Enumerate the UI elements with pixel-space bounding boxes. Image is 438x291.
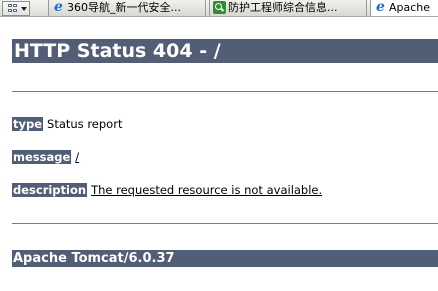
description-value: The requested resource is not available. <box>91 183 323 197</box>
tab-360-navigation[interactable]: e 360导航_新一代安全... <box>48 0 206 16</box>
tab-apache[interactable]: e Apache <box>370 0 438 16</box>
tab-bar: e 360导航_新一代安全... 防护工程师综合信息... e Apache <box>0 0 438 17</box>
type-label: type <box>12 117 44 131</box>
search-icon <box>213 1 226 14</box>
page-title: HTTP Status 404 - / <box>12 39 438 63</box>
tab-title: 360导航_新一代安全... <box>67 1 181 14</box>
server-footer: Apache Tomcat/6.0.37 <box>12 250 438 267</box>
tab-engineer-info[interactable]: 防护工程师综合信息... <box>209 0 367 16</box>
type-row: type Status report <box>12 117 122 132</box>
tab-title: Apache <box>389 1 431 14</box>
grid-icon <box>8 4 19 14</box>
ie-icon: e <box>54 0 63 15</box>
chevron-down-icon[interactable] <box>21 7 27 11</box>
message-value: / <box>75 150 80 164</box>
ie-icon: e <box>376 0 385 15</box>
divider <box>12 223 438 224</box>
message-label: message <box>12 150 72 164</box>
tab-overview-button[interactable] <box>2 1 30 16</box>
message-row: message / <box>12 150 79 165</box>
type-value: Status report <box>47 117 123 131</box>
tab-title: 防护工程师综合信息... <box>228 1 338 14</box>
description-row: description The requested resource is not… <box>12 183 322 198</box>
description-label: description <box>12 183 88 197</box>
page-content: HTTP Status 404 - / type Status report me… <box>0 18 438 291</box>
divider <box>12 91 438 92</box>
